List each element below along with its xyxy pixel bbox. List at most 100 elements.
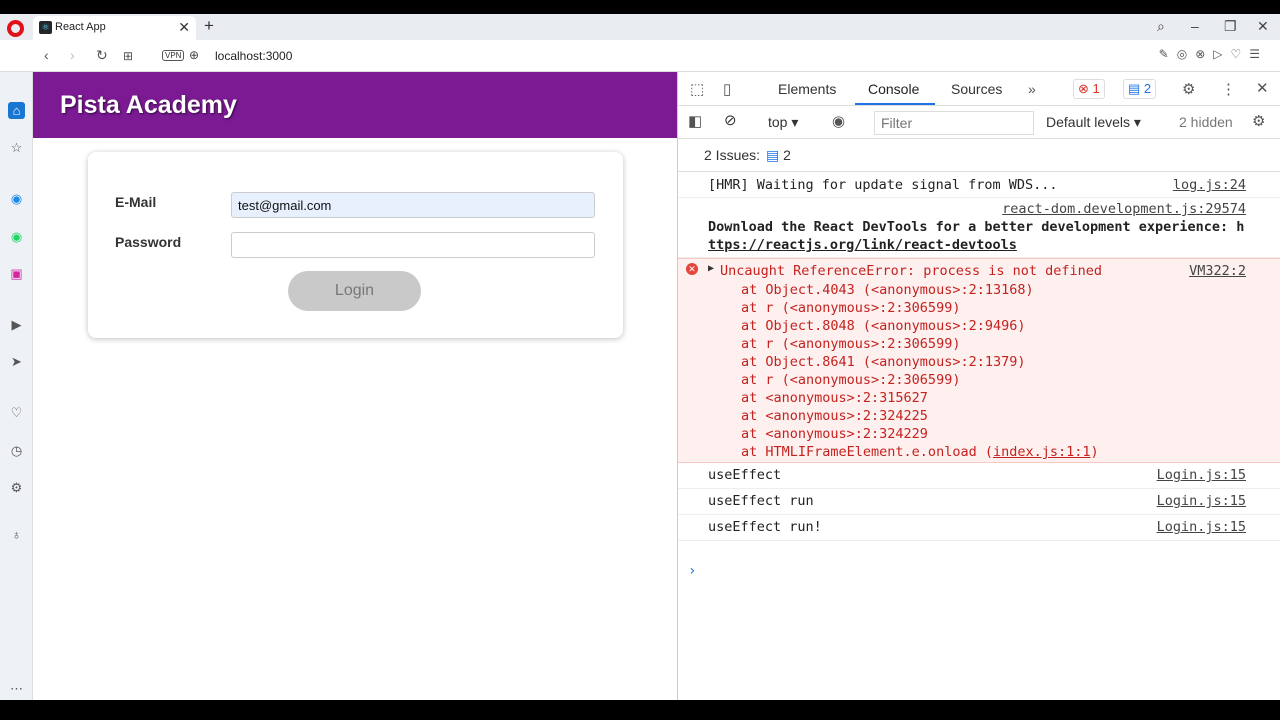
issue-count-badge[interactable]: ▤ 2 (1123, 79, 1157, 99)
issues-badge[interactable]: ▤ 2 (766, 147, 791, 164)
react-favicon-icon: ⚛ (39, 21, 52, 34)
source-link[interactable]: VM322:2 (1189, 263, 1246, 279)
device-toolbar-icon[interactable]: ▯ (723, 80, 731, 98)
instagram-icon[interactable]: ▣ (8, 265, 25, 282)
log-levels-dropdown[interactable]: Default levels ▾ (1046, 114, 1141, 131)
console-toolbar: ◧ ⊘ top ▾ ◉ Default levels ▾ 2 hidden ⚙ (678, 106, 1280, 139)
tabs-grid-icon[interactable]: ⊞ (123, 49, 133, 63)
close-window-icon[interactable]: ✕ (1257, 18, 1269, 35)
stack-line: at <anonymous>:2:324229 (741, 426, 928, 442)
password-field[interactable] (231, 232, 595, 258)
whatsapp-icon[interactable]: ◉ (8, 228, 25, 245)
opera-logo-icon[interactable] (7, 20, 24, 37)
source-link[interactable]: log.js:24 (1173, 177, 1246, 193)
minimize-icon[interactable]: – (1191, 18, 1199, 34)
password-label: Password (115, 234, 182, 250)
stack-line: at Object.4043 (<anonymous>:2:13168) (741, 282, 1034, 298)
email-field[interactable] (231, 192, 595, 218)
url-field[interactable]: localhost:3000 (215, 49, 292, 63)
console-message: useEffect run Login.js:15 (678, 489, 1280, 515)
console-prompt-icon[interactable]: › (688, 563, 696, 579)
devtools-panel: ⬚ ▯ Elements Console Sources » ⊗ 1 ▤ 2 ⚙… (677, 72, 1280, 700)
issues-label: 2 Issues: (704, 147, 761, 163)
login-card: E-Mail Password Login (88, 152, 623, 338)
hidden-count: 2 hidden (1179, 114, 1233, 130)
console-message: react-dom.development.js:29574 Download … (678, 198, 1280, 258)
address-bar: ‹ › ↻ ⊞ VPN ⊕ localhost:3000 ✎◎⊗▷♡☰ (0, 40, 1280, 72)
search-icon[interactable]: ⌕ (1157, 18, 1165, 35)
chevron-down-icon: ▾ (1130, 114, 1141, 130)
stack-line: at Object.8048 (<anonymous>:2:9496) (741, 318, 1026, 334)
close-devtools-icon[interactable]: ✕ (1256, 79, 1269, 97)
heart-icon[interactable]: ♡ (8, 404, 25, 421)
vpn-badge[interactable]: VPN (162, 50, 185, 61)
source-link[interactable]: Login.js:15 (1157, 467, 1246, 483)
history-icon[interactable]: ◷ (8, 442, 25, 459)
messenger-icon[interactable]: ◉ (8, 190, 25, 207)
app-title: Pista Academy (60, 91, 237, 119)
clear-console-icon[interactable]: ⊘ (724, 111, 737, 129)
stack-line: at Object.8641 (<anonymous>:2:1379) (741, 354, 1026, 370)
expand-triangle-icon[interactable]: ▶ (708, 263, 714, 274)
settings-icon[interactable]: ⚙ (8, 479, 25, 496)
stack-source-link[interactable]: index.js:1:1 (993, 444, 1091, 460)
stack-suffix: ) (1090, 444, 1099, 460)
more-tabs-icon[interactable]: » (1028, 81, 1036, 97)
back-icon[interactable]: ‹ (44, 47, 49, 63)
console-settings-icon[interactable]: ⚙ (1252, 112, 1265, 130)
forward-icon[interactable]: › (70, 47, 75, 63)
console-message: [HMR] Waiting for update signal from WDS… (678, 172, 1280, 198)
home-icon[interactable]: ⌂ (8, 102, 25, 119)
issue-count: 2 (1143, 81, 1152, 96)
console-message: useEffect run! Login.js:15 (678, 515, 1280, 541)
console-output: [HMR] Waiting for update signal from WDS… (678, 172, 1280, 541)
star-icon[interactable]: ☆ (8, 139, 25, 156)
source-link[interactable]: Login.js:15 (1157, 493, 1246, 509)
sidebar-toggle-icon[interactable]: ◧ (688, 112, 702, 130)
browser-tab[interactable]: ⚛ React App ✕ (33, 16, 196, 40)
more-icon[interactable]: ⋯ (8, 680, 25, 697)
context-selector[interactable]: top ▾ (768, 114, 798, 131)
issues-count: 2 (783, 147, 791, 163)
live-expression-eye-icon[interactable]: ◉ (832, 112, 845, 130)
error-icon: ✕ (686, 263, 698, 275)
toolbar-icons[interactable]: ✎◎⊗▷♡☰ (1159, 47, 1268, 61)
console-filter-input[interactable] (874, 111, 1034, 135)
restore-icon[interactable]: ❐ (1224, 18, 1237, 35)
tab-elements[interactable]: Elements (778, 81, 836, 97)
message-icon: ▤ (766, 147, 784, 163)
stack-line: at r (<anonymous>:2:306599) (741, 300, 961, 316)
message-text: useEffect (708, 467, 782, 483)
reload-icon[interactable]: ↻ (96, 47, 108, 64)
context-value: top (768, 114, 788, 130)
login-button[interactable]: Login (288, 271, 421, 311)
log-levels-label: Default levels (1046, 114, 1131, 130)
devtools-tab-bar: ⬚ ▯ Elements Console Sources » ⊗ 1 ▤ 2 ⚙… (678, 72, 1280, 106)
player-icon[interactable]: ▶ (8, 316, 25, 333)
error-count-badge[interactable]: ⊗ 1 (1073, 79, 1105, 99)
stack-line: at r (<anonymous>:2:306599) (741, 336, 961, 352)
tab-bar: ⚛ React App ✕ + ⌕ – ❐ ✕ (0, 14, 1280, 40)
source-link[interactable]: Login.js:15 (1157, 519, 1246, 535)
source-link[interactable]: react-dom.development.js:29574 (1002, 201, 1246, 217)
send-icon[interactable]: ➤ (8, 353, 25, 370)
tab-close-icon[interactable]: ✕ (178, 19, 190, 36)
kebab-menu-icon[interactable]: ⋮ (1221, 80, 1236, 98)
settings-gear-icon[interactable]: ⚙ (1182, 80, 1195, 98)
console-message: useEffect Login.js:15 (678, 463, 1280, 489)
stack-line: at r (<anonymous>:2:306599) (741, 372, 961, 388)
chevron-down-icon: ▾ (787, 114, 799, 130)
tab-sources[interactable]: Sources (951, 81, 1002, 97)
error-count: 1 (1092, 81, 1100, 96)
inspect-icon[interactable]: ⬚ (690, 80, 704, 98)
globe-icon: ⊕ (189, 48, 200, 62)
lightbulb-icon[interactable]: ♁ (8, 526, 25, 543)
tab-console[interactable]: Console (868, 81, 919, 97)
devtools-link[interactable]: ttps://reactjs.org/link/react-devtools (708, 237, 1017, 253)
message-text: useEffect run! (708, 519, 822, 535)
stack-line-last: at HTMLIFrameElement.e.onload (index.js:… (678, 443, 1280, 461)
issues-bar[interactable]: 2 Issues: ▤ 2 (678, 139, 1280, 172)
react-app-page: Pista Academy E-Mail Password Login (33, 72, 677, 700)
new-tab-button[interactable]: + (204, 16, 214, 36)
message-text: useEffect run (708, 493, 814, 509)
